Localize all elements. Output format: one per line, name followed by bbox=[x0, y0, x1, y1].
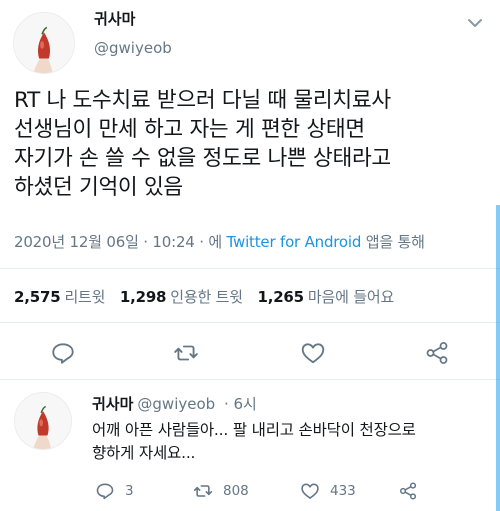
retweet-icon[interactable] bbox=[173, 340, 199, 366]
reply-text-line: 향하게 자세요... bbox=[92, 444, 196, 462]
like-action[interactable]: 433 bbox=[300, 480, 356, 502]
share-icon bbox=[399, 482, 417, 500]
author-handle[interactable]: @gwiyeob bbox=[94, 39, 172, 57]
retweet-icon bbox=[193, 485, 213, 497]
via-suffix: 앱을 통해 bbox=[365, 233, 425, 251]
tweet-text-line: 하셨던 기억이 있음 bbox=[14, 175, 183, 200]
avatar[interactable] bbox=[14, 392, 72, 450]
like-icon[interactable] bbox=[300, 340, 326, 366]
tweet-text-line: 선생님이 만세 하고 자는 게 편한 상태면 bbox=[14, 117, 365, 142]
meta-separator: · bbox=[199, 233, 209, 251]
author-name[interactable]: 귀사마 bbox=[94, 8, 135, 29]
divider bbox=[0, 322, 500, 323]
chevron-down-icon[interactable] bbox=[464, 12, 486, 34]
divider bbox=[0, 268, 500, 269]
reply-text-line: 어깨 아픈 사람들아... 팔 내리고 손바닥이 천장으로 bbox=[92, 421, 416, 439]
via-prefix: 에 bbox=[208, 233, 222, 251]
divider bbox=[0, 379, 500, 380]
like-count[interactable]: 1,265 마음에 들어요 bbox=[257, 288, 394, 306]
like-icon bbox=[301, 483, 319, 499]
share-icon[interactable] bbox=[424, 340, 450, 366]
share-action[interactable] bbox=[398, 480, 418, 502]
scrollbar[interactable] bbox=[496, 205, 500, 511]
source-link[interactable]: Twitter for Android bbox=[227, 233, 362, 251]
author-name[interactable]: 귀사마 bbox=[92, 395, 133, 413]
tweet-text: RT 나 도수치료 받으러 다닐 때 물리치료사 선생님이 만세 하고 자는 게… bbox=[14, 86, 494, 202]
retweet-action[interactable]: 808 bbox=[193, 480, 249, 502]
reply-header: 귀사마 @gwiyeob · 6시 bbox=[92, 393, 257, 414]
reply-text: 어깨 아픈 사람들아... 팔 내리고 손바닥이 천장으로 향하게 자세요... bbox=[92, 419, 487, 465]
tweet-stats: 2,575 리트윗 1,298 인용한 트윗 1,265 마음에 들어요 bbox=[14, 286, 404, 307]
quote-count[interactable]: 1,298 인용한 트윗 bbox=[120, 288, 243, 306]
reply-icon[interactable] bbox=[50, 340, 76, 366]
tweet-age[interactable]: 6시 bbox=[233, 395, 256, 413]
like-count: 433 bbox=[330, 483, 356, 499]
avatar[interactable] bbox=[13, 12, 75, 74]
tweet-text-line: 자기가 손 쓸 수 없을 정도로 나쁜 상태라고 bbox=[14, 146, 391, 171]
retweet-count: 808 bbox=[223, 483, 249, 499]
retweet-count[interactable]: 2,575 리트윗 bbox=[14, 288, 105, 306]
tweet-meta: 2020년 12월 06일 · 10:24 · 에 Twitter for An… bbox=[14, 231, 425, 252]
reply-action[interactable]: 3 bbox=[95, 480, 134, 502]
tweet-time[interactable]: 10:24 bbox=[152, 233, 194, 251]
author-handle[interactable]: @gwiyeob bbox=[137, 395, 215, 413]
tweet-text-line: RT 나 도수치료 받으러 다닐 때 물리치료사 bbox=[14, 88, 391, 113]
reply-count: 3 bbox=[125, 483, 134, 499]
reply-icon bbox=[96, 483, 114, 500]
meta-separator: · bbox=[219, 395, 234, 413]
tweet-date[interactable]: 2020년 12월 06일 bbox=[14, 233, 139, 251]
